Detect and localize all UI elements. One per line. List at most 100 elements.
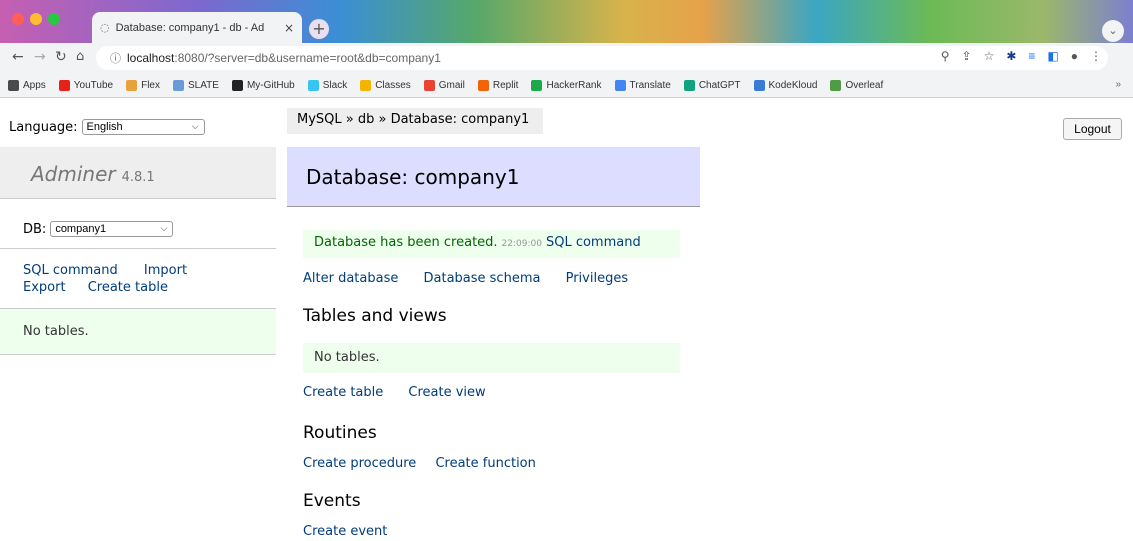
new-tab-button[interactable]: + — [309, 19, 329, 39]
bookmark-kodekloud[interactable]: KodeKloud — [753, 79, 818, 91]
bookmark-label: My-GitHub — [246, 79, 295, 91]
url-path: :8080/?server=db&username=root&db=compan… — [174, 51, 441, 65]
reload-icon[interactable]: ↻ — [55, 49, 67, 65]
browser-tab[interactable]: ◌ Database: company1 - db - Ad × — [92, 12, 302, 43]
alter-database-link[interactable]: Alter database — [303, 271, 398, 286]
bookmark-favicon-icon — [8, 79, 19, 91]
db-label: DB: — [23, 221, 47, 237]
language-selector: Language: English ⌵ — [9, 119, 205, 135]
bookmark-favicon-icon — [753, 79, 765, 91]
reading-list-icon[interactable]: ≡ — [1028, 49, 1035, 63]
bookmark-favicon-icon — [477, 79, 489, 91]
routines-links: Create procedure Create function — [303, 456, 557, 471]
bookmark-label: SLATE — [188, 79, 219, 91]
omnibox-icons: ⚲ ⇪ ☆ ✱ ≡ ◧ ● ⋮ — [941, 49, 1102, 63]
bookmark-gmail[interactable]: Gmail — [423, 79, 465, 91]
share-icon[interactable]: ⇪ — [962, 49, 972, 63]
address-bar[interactable]: ⓘ localhost:8080/?server=db&username=roo… — [96, 46, 1108, 70]
extension-icon[interactable]: ✱ — [1006, 49, 1016, 63]
create-event-link[interactable]: Create event — [303, 524, 387, 539]
database-schema-link[interactable]: Database schema — [424, 271, 541, 286]
bookmark-favicon-icon — [614, 79, 626, 91]
bookmark-label: Translate — [629, 79, 671, 91]
bookmark-slate[interactable]: SLATE — [173, 79, 219, 91]
bookmark-replit[interactable]: Replit — [477, 79, 519, 91]
sidebar-no-tables: No tables. — [0, 308, 276, 355]
bookmark-favicon-icon — [231, 79, 243, 91]
bookmark-label: Overleaf — [845, 79, 884, 91]
breadcrumb: MySQL » db » Database: company1 — [287, 108, 544, 134]
message-sql-command-link[interactable]: SQL command — [546, 235, 641, 250]
back-arrow-icon[interactable]: ← — [12, 49, 24, 65]
breadcrumb-text[interactable]: MySQL » db » Database: company1 — [297, 112, 529, 127]
bookmark-favicon-icon — [423, 79, 435, 91]
bookmark-label: YouTube — [73, 79, 114, 91]
tables-empty-message: No tables. — [303, 343, 680, 373]
bookmarks-bar: Apps YouTube Flex SLATE My-GitHub Slack Classe… — [0, 73, 1133, 98]
sidebar-create-table-link[interactable]: Create table — [88, 280, 168, 295]
bookmark-chatgpt[interactable]: ChatGPT — [683, 79, 741, 91]
language-select[interactable]: English ⌵ — [81, 119, 205, 135]
bookmark-apps[interactable]: Apps — [8, 79, 46, 91]
database-links: Alter database Database schema Privilege… — [303, 271, 649, 286]
sidebar-header: Adminer 4.8.1 — [0, 147, 276, 199]
bookmark-favicon-icon — [683, 79, 695, 91]
logout-button[interactable]: Logout — [1063, 118, 1122, 140]
bookmark-label: KodeKloud — [768, 79, 818, 91]
bookmark-slack[interactable]: Slack — [307, 79, 348, 91]
bookmark-favicon-icon — [307, 79, 319, 91]
home-icon[interactable]: ⌂ — [76, 49, 84, 64]
bookmark-label: Replit — [492, 79, 519, 91]
bookmark-label: HackerRank — [546, 79, 602, 91]
bookmark-label: Classes — [375, 79, 411, 91]
info-icon[interactable]: ⓘ — [110, 50, 121, 66]
profile-icon[interactable]: ● — [1071, 49, 1078, 63]
create-procedure-link[interactable]: Create procedure — [303, 456, 416, 471]
bookmark-flex[interactable]: Flex — [126, 79, 160, 91]
bookmark-label: Slack — [322, 79, 348, 91]
routines-heading: Routines — [303, 423, 377, 443]
bookmark-favicon-icon — [126, 79, 138, 91]
close-window-button[interactable] — [12, 13, 24, 25]
language-value: English — [86, 121, 123, 133]
create-function-link[interactable]: Create function — [435, 456, 535, 471]
events-heading: Events — [303, 491, 361, 511]
more-bookmarks-icon[interactable]: » — [1115, 79, 1121, 90]
bookmark-label: Apps — [23, 79, 46, 91]
create-view-link[interactable]: Create view — [408, 385, 485, 400]
zoom-icon[interactable]: ⚲ — [941, 49, 950, 63]
events-links: Create event — [303, 524, 408, 539]
minimize-window-button[interactable] — [30, 13, 42, 25]
chevron-down-icon: ⌵ — [191, 121, 199, 131]
kebab-menu-icon[interactable]: ⋮ — [1090, 49, 1102, 63]
bookmark-hackerrank[interactable]: HackerRank — [531, 79, 602, 91]
version-number[interactable]: 4.8.1 — [122, 170, 155, 185]
maximize-window-button[interactable] — [48, 13, 60, 25]
language-label: Language: — [9, 119, 78, 135]
chevron-down-icon[interactable]: ⌄ — [1102, 20, 1124, 42]
side-panel-icon[interactable]: ◧ — [1047, 49, 1058, 63]
privileges-link[interactable]: Privileges — [566, 271, 629, 286]
tables-heading: Tables and views — [303, 306, 447, 326]
success-message: Database has been created. 22:09:00 SQL co… — [303, 230, 680, 258]
sidebar-sql-command-link[interactable]: SQL command — [23, 263, 118, 278]
adminer-page: Language: English ⌵ MySQL » db » Databas… — [0, 98, 1133, 541]
adminer-logo[interactable]: Adminer — [31, 162, 116, 186]
star-icon[interactable]: ☆ — [984, 49, 995, 63]
db-select[interactable]: company1 ⌵ — [50, 221, 174, 237]
sidebar-export-link[interactable]: Export — [23, 280, 66, 295]
close-tab-icon[interactable]: × — [284, 21, 294, 35]
page-title: Database: company1 — [287, 147, 700, 207]
bookmark-youtube[interactable]: YouTube — [58, 79, 114, 91]
bookmark-classes[interactable]: Classes — [360, 79, 411, 91]
forward-arrow-icon[interactable]: → — [34, 49, 46, 65]
bookmark-my-github[interactable]: My-GitHub — [231, 79, 295, 91]
bookmark-label: ChatGPT — [698, 79, 741, 91]
bookmark-favicon-icon — [360, 79, 372, 91]
sidebar-import-link[interactable]: Import — [144, 263, 187, 278]
bookmark-favicon-icon — [830, 79, 842, 91]
bookmark-overleaf[interactable]: Overleaf — [830, 79, 884, 91]
create-table-link[interactable]: Create table — [303, 385, 383, 400]
bookmark-translate[interactable]: Translate — [614, 79, 671, 91]
bookmark-favicon-icon — [531, 79, 543, 91]
